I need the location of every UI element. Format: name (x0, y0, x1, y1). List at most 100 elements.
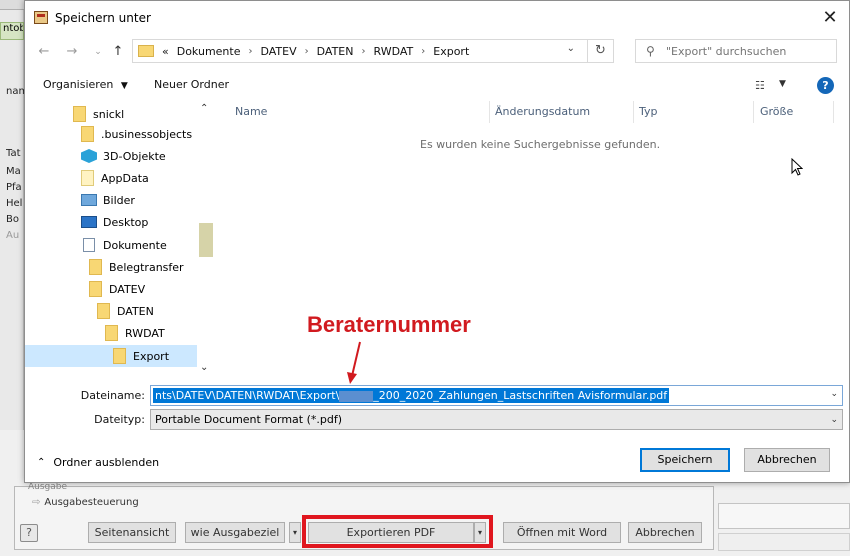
tree-item-belegtransfer[interactable]: Belegtransfer (89, 256, 184, 278)
tree-item-label: Dokumente (103, 238, 167, 252)
cube-icon (81, 149, 97, 163)
folder-icon (81, 126, 94, 142)
annotation-label: Beraternummer (307, 312, 471, 337)
column-header-type[interactable]: Typ (639, 105, 658, 118)
chevron-down-icon[interactable]: ▾ (289, 522, 301, 543)
chevron-right-icon[interactable]: › (362, 46, 366, 57)
view-options-icon[interactable]: ☷ (755, 79, 771, 92)
forward-arrow-icon[interactable]: → (63, 43, 81, 61)
chevron-down-icon[interactable]: ⌄ (830, 389, 838, 399)
column-divider[interactable] (753, 101, 754, 123)
filename-path: nts\DATEV\DATEN\RWDAT\Export\ (155, 389, 340, 402)
filetype-select[interactable]: Portable Document Format (*.pdf) ⌄ (150, 409, 843, 430)
chevron-down-icon[interactable]: ⌄ (89, 43, 107, 61)
filename-input[interactable]: nts\DATEV\DATEN\RWDAT\Export\ _200_2020_Z… (150, 385, 843, 406)
column-divider[interactable] (833, 101, 834, 123)
column-header-size[interactable]: Größe (760, 105, 793, 118)
chevron-right-icon[interactable]: › (305, 46, 309, 57)
folder-icon (89, 259, 102, 275)
seitenansicht-button[interactable]: Seitenansicht (88, 522, 176, 543)
hide-folders-label: Ordner ausblenden (53, 456, 160, 469)
chevron-right-icon[interactable]: › (421, 46, 425, 57)
back-arrow-icon[interactable]: ← (35, 43, 53, 61)
background-label: Hel (6, 198, 23, 209)
app-icon (34, 11, 48, 24)
tree-item-desktop[interactable]: Desktop (81, 211, 148, 233)
breadcrumb-item[interactable]: Dokumente (177, 45, 241, 58)
command-bar: Organisieren ▼ Neuer Ordner ☷ ▼ ? (25, 73, 849, 99)
breadcrumb-overflow[interactable]: « (162, 45, 169, 58)
scrollbar-thumb[interactable] (199, 223, 213, 257)
tree-item-businessobjects[interactable]: .businessobjects (81, 123, 192, 145)
column-divider[interactable] (633, 101, 634, 123)
breadcrumb-item[interactable]: Export (433, 45, 469, 58)
folder-icon (97, 303, 110, 319)
refresh-icon[interactable]: ↻ (587, 39, 613, 63)
tree-item-label: 3D-Objekte (103, 149, 166, 163)
neuer-ordner-button[interactable]: Neuer Ordner (154, 78, 229, 91)
tree-item-label: snickl (93, 107, 125, 121)
breadcrumb-item[interactable]: RWDAT (374, 45, 414, 58)
tree-item-label: DATEV (109, 282, 146, 296)
folder-icon (81, 170, 94, 186)
tree-item-appdata[interactable]: AppData (81, 167, 149, 189)
navigation-pane: snickl .businessobjects 3D-Objekte AppDa… (25, 101, 215, 373)
column-divider[interactable] (489, 101, 490, 123)
cancel-button[interactable]: Abbrechen (744, 448, 830, 472)
background-cancel-button[interactable]: Abbrechen (628, 522, 702, 543)
wie-ausgabeziel-button[interactable]: wie Ausgabeziel (185, 522, 285, 543)
folder-icon (73, 106, 86, 122)
tree-item-snickl[interactable]: snickl (73, 103, 124, 125)
tree-item-bilder[interactable]: Bilder (81, 189, 135, 211)
search-input[interactable] (666, 43, 834, 59)
search-box[interactable]: ⚲ (635, 39, 837, 63)
tree-item-label: RWDAT (125, 326, 165, 340)
tree-item-3d-objekte[interactable]: 3D-Objekte (81, 145, 166, 167)
background-field (718, 533, 850, 551)
chevron-down-icon[interactable]: ⌄ (567, 43, 575, 54)
folder-icon (138, 45, 154, 57)
oeffnen-mit-word-button[interactable]: Öffnen mit Word (503, 522, 621, 543)
tree-item-label: DATEN (117, 304, 154, 318)
column-header-date[interactable]: Änderungsdatum (495, 105, 590, 118)
desktop-icon (81, 216, 97, 228)
search-icon: ⚲ (646, 44, 655, 58)
chevron-down-icon[interactable]: ⌄ (200, 362, 208, 373)
folder-icon (105, 325, 118, 341)
breadcrumb-item[interactable]: DATEN (317, 45, 354, 58)
tree-item-dokumente[interactable]: Dokumente (83, 234, 167, 256)
up-arrow-icon[interactable]: ↑ (109, 43, 127, 61)
save-button[interactable]: Speichern (640, 448, 730, 472)
address-bar[interactable]: « Dokumente › DATEV › DATEN › RWDAT › Ex… (132, 39, 614, 63)
navigation-bar: ← → ⌄ ↑ « Dokumente › DATEV › DATEN › RW… (25, 37, 849, 67)
breadcrumb-item[interactable]: DATEV (260, 45, 296, 58)
filename-rest: _200_2020_Zahlungen_Lastschriften Avisfo… (373, 389, 668, 402)
tree-item-daten[interactable]: DATEN (97, 300, 154, 322)
ausgabesteuerung-label: Ausgabesteuerung (44, 497, 139, 508)
chevron-down-icon: ▼ (120, 81, 128, 91)
tree-item-export[interactable]: Export (25, 345, 197, 367)
background-label: Tat (6, 148, 21, 159)
column-header-name[interactable]: Name (235, 105, 267, 118)
tree-item-datev[interactable]: DATEV (89, 278, 145, 300)
organisieren-menu[interactable]: Organisieren ▼ (43, 78, 128, 91)
ausgabesteuerung-link[interactable]: ⇨ Ausgabesteuerung (32, 497, 139, 508)
filetype-value: Portable Document Format (*.pdf) (155, 413, 343, 426)
dialog-titlebar[interactable]: Speichern unter ✕ (25, 1, 849, 35)
help-icon[interactable]: ? (817, 77, 834, 94)
background-field (718, 503, 850, 529)
dialog-title: Speichern unter (55, 11, 151, 25)
background-tab[interactable]: ntob (0, 22, 24, 40)
document-icon (83, 238, 95, 252)
help-icon[interactable]: ? (20, 524, 38, 542)
chevron-up-icon[interactable]: ⌃ (200, 103, 208, 114)
filename-label: Dateiname: (80, 389, 145, 402)
organisieren-label: Organisieren (43, 78, 114, 91)
tree-item-label: AppData (101, 171, 149, 185)
chevron-right-icon[interactable]: › (248, 46, 252, 57)
close-icon[interactable]: ✕ (819, 7, 841, 29)
background-left-panel: ntob nam Tat Ma Pfa Hel Bo Au (0, 10, 24, 430)
chevron-down-icon[interactable]: ▼ (779, 79, 786, 89)
tree-item-rwdat[interactable]: RWDAT (105, 322, 165, 344)
hide-folders-toggle[interactable]: ⌃ Ordner ausblenden (37, 456, 159, 469)
